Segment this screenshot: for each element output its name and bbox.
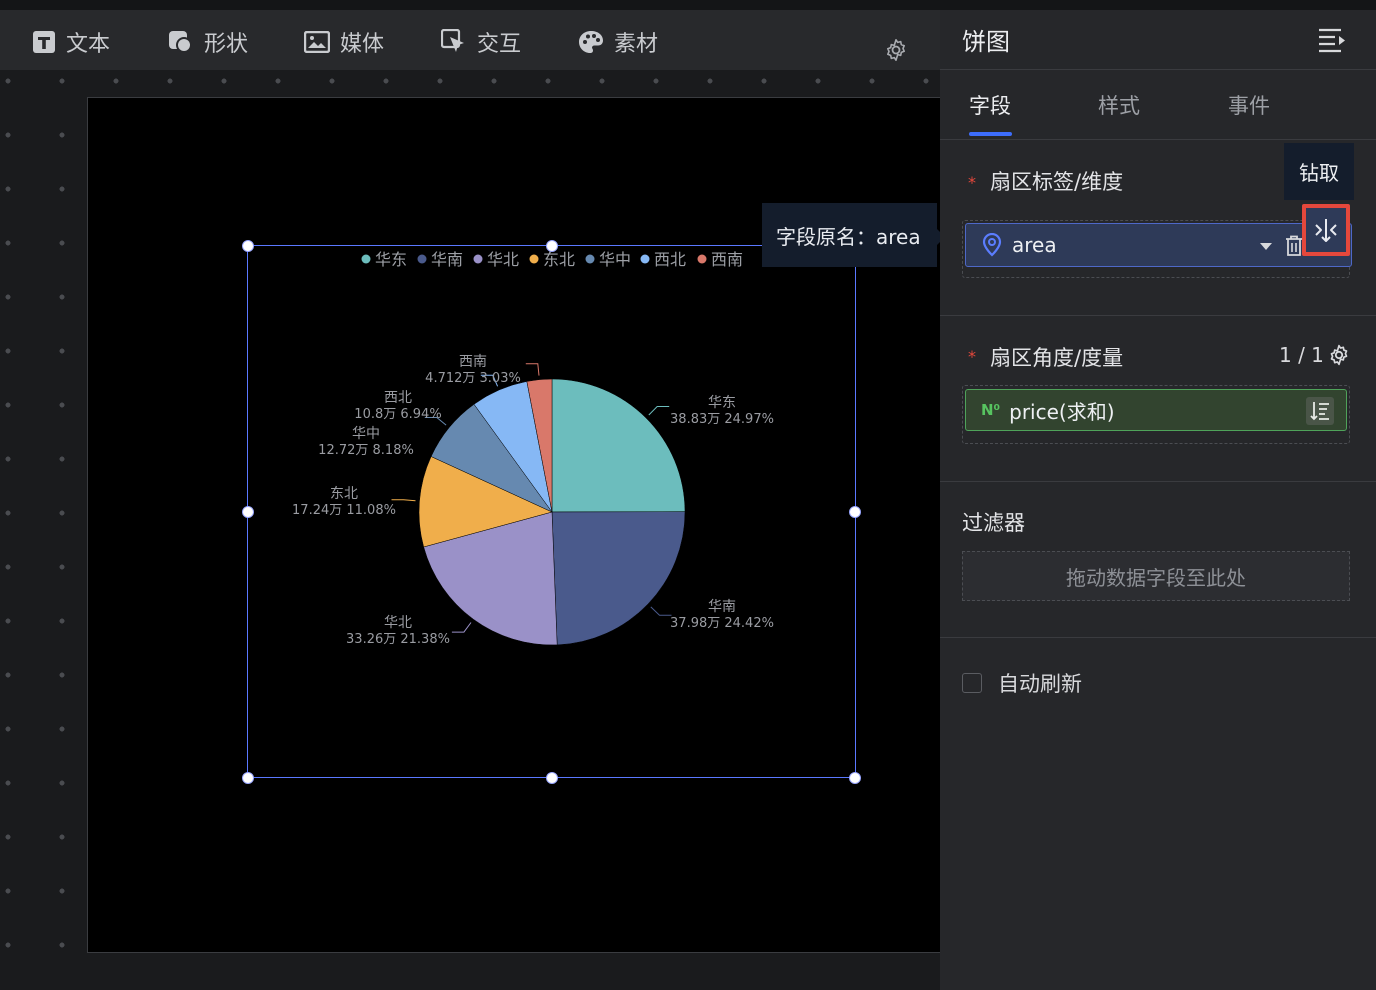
dimension-field-name: area — [1012, 233, 1057, 257]
panel-header: 饼图 — [940, 10, 1376, 70]
required-mark: * — [968, 347, 976, 366]
legend-label: 华北 — [487, 250, 519, 269]
text-icon — [33, 31, 55, 53]
slice-label-name: 华东 — [708, 395, 736, 411]
toolbar-item-shape[interactable]: 形状 — [168, 24, 248, 60]
leader-line — [648, 406, 670, 416]
legend-marker — [417, 254, 427, 264]
filter-drop-zone[interactable]: 拖动数据字段至此处 — [962, 551, 1350, 601]
resize-handle-left[interactable] — [242, 506, 254, 518]
resize-handle-bottom-right[interactable] — [849, 772, 861, 784]
pie-chart[interactable]: 华东 华南 华北 东北 华中 西北 西南华东38.83万 24.97%华南37.98万 24… — [248, 246, 855, 777]
sort-button[interactable] — [1306, 397, 1334, 425]
legend-label: 西南 — [711, 250, 743, 269]
resize-handle-top[interactable] — [546, 240, 558, 252]
legend-label: 华中 — [599, 250, 631, 269]
leader-line — [650, 606, 672, 616]
toolbar-item-interaction[interactable]: 交互 — [441, 24, 521, 60]
slice-label-value: 33.26万 21.38% — [346, 632, 450, 647]
slice-label-value: 10.8万 6.94% — [354, 407, 441, 422]
dimension-label: 扇区标签/维度 — [990, 170, 1124, 194]
leader-line — [451, 622, 472, 633]
toolbar-item-label: 文本 — [66, 32, 111, 57]
required-mark: * — [968, 173, 976, 192]
legend-marker — [529, 254, 539, 264]
legend-label: 华东 — [375, 250, 407, 269]
legend-label: 西北 — [654, 250, 686, 269]
menu-collapse-icon[interactable] — [1318, 27, 1346, 53]
auto-refresh-label: 自动刷新 — [998, 672, 1082, 696]
drill-tooltip-text: 钻取 — [1299, 161, 1339, 185]
field-name-tooltip: 字段原名：area — [762, 203, 945, 267]
tab-style[interactable]: 样式 — [1098, 90, 1140, 120]
slice-label-name: 西南 — [459, 354, 487, 370]
drill-icon — [1315, 219, 1337, 242]
sort-icon — [1310, 402, 1329, 421]
resize-handle-right[interactable] — [849, 506, 861, 518]
slice-label-value: 12.72万 8.18% — [318, 443, 414, 458]
slice-label-name: 华中 — [352, 426, 380, 442]
toolbar-item-media[interactable]: 媒体 — [304, 24, 384, 60]
chevron-down-icon[interactable] — [1260, 243, 1272, 251]
resize-handle-bottom-left[interactable] — [242, 772, 254, 784]
measure-field-pill[interactable]: N⁰ price(求和) — [965, 389, 1347, 431]
section-divider — [940, 637, 1376, 638]
slice-label-name: 东北 — [330, 486, 358, 502]
interaction-icon — [441, 29, 464, 52]
gear-icon[interactable] — [1328, 344, 1350, 366]
legend-marker — [585, 254, 595, 264]
section-divider — [940, 315, 1376, 316]
slice-label-name: 华南 — [708, 599, 736, 615]
legend-marker — [640, 254, 650, 264]
location-pin-icon — [982, 233, 1002, 257]
toolbar-item-text[interactable]: 文本 — [32, 24, 110, 60]
pie-slice — [551, 378, 686, 513]
legend-label: 华南 — [431, 250, 463, 269]
resize-handle-bottom[interactable] — [546, 772, 558, 784]
leader-line — [525, 363, 540, 376]
toolbar-item-label: 交互 — [477, 32, 522, 57]
legend-marker — [361, 254, 371, 264]
gear-icon[interactable] — [884, 38, 908, 62]
legend-marker — [697, 254, 707, 264]
section-divider — [940, 481, 1376, 482]
leader-line — [391, 499, 416, 502]
media-icon — [304, 31, 330, 53]
toolbar-item-label: 素材 — [614, 32, 659, 57]
toolbar-item-label: 形状 — [204, 32, 249, 57]
tab-fields[interactable]: 字段 — [969, 90, 1011, 120]
slice-label-name: 西北 — [384, 390, 412, 406]
panel-title: 饼图 — [962, 28, 1010, 56]
dimension-field-pill[interactable]: area — [965, 223, 1352, 267]
slice-label-value: 38.83万 24.97% — [670, 412, 774, 427]
measure-field-name: price(求和) — [1009, 399, 1115, 424]
trash-icon[interactable] — [1285, 235, 1303, 256]
pie-slice — [551, 511, 686, 646]
palette-icon — [579, 31, 603, 53]
legend-marker — [473, 254, 483, 264]
auto-refresh-checkbox[interactable] — [962, 673, 982, 693]
legend-label: 东北 — [543, 250, 575, 269]
toolbar-item-label: 媒体 — [340, 32, 385, 57]
toolbar-item-material[interactable]: 素材 — [578, 24, 658, 60]
slice-label-value: 37.98万 24.42% — [670, 616, 774, 631]
measure-label: 扇区角度/度量 — [990, 346, 1124, 370]
shape-icon — [169, 31, 192, 53]
filter-label: 过滤器 — [962, 511, 1025, 535]
filter-placeholder: 拖动数据字段至此处 — [1066, 565, 1246, 590]
auto-refresh-option[interactable]: 自动刷新 — [962, 668, 1082, 698]
active-tab-indicator — [969, 132, 1012, 136]
top-toolbar: 文本 形状 媒体 交互 素材 — [0, 0, 940, 70]
resize-handle-top-left[interactable] — [242, 240, 254, 252]
measure-count: 1 / 1 — [1279, 343, 1324, 367]
tab-events[interactable]: 事件 — [1228, 90, 1270, 120]
panel-tabs: 字段 样式 事件 — [940, 70, 1376, 140]
number-type-badge: N⁰ — [981, 401, 1001, 419]
drill-down-button[interactable] — [1302, 204, 1350, 256]
slice-label-value: 17.24万 11.08% — [292, 503, 396, 518]
tooltip-text: 字段原名：area — [776, 224, 921, 249]
slice-label-value: 4.712万 3.03% — [425, 371, 521, 386]
slice-label-name: 华北 — [384, 615, 412, 631]
drill-tooltip: 钻取 — [1284, 143, 1354, 200]
